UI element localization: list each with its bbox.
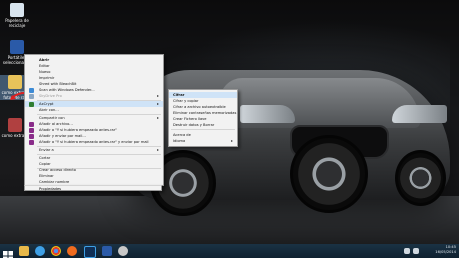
ie-icon[interactable] <box>35 246 45 256</box>
desktop-icon-recycle-bin[interactable]: Papelera de reciclaje <box>2 3 32 28</box>
app-icon[interactable] <box>118 246 128 256</box>
clock-date: 16/05/2014 <box>435 250 456 254</box>
word-icon[interactable] <box>102 246 112 256</box>
word-document-icon <box>10 40 24 54</box>
recycle-bin-icon <box>10 3 24 17</box>
wallpaper-wheel-front-right <box>395 150 446 206</box>
axcrypt-icon <box>29 101 34 107</box>
menu-item-send-to[interactable]: Enviar a ▸ <box>25 147 163 153</box>
menu-item-open-with[interactable]: Abrir con... <box>25 107 163 113</box>
submenu-arrow-icon: ▸ <box>156 147 159 152</box>
axcrypt-submenu: Cifrar Cifrar y copiar Cifrar a archivo … <box>168 89 238 147</box>
winrar-icon <box>29 133 34 139</box>
winrar-icon <box>29 121 34 127</box>
photoshop-icon[interactable] <box>84 246 96 258</box>
menu-item-properties[interactable]: Propiedades <box>24 185 162 191</box>
start-icon <box>3 251 13 261</box>
submenu-arrow-icon: ▸ <box>230 138 233 143</box>
folder-icon <box>8 75 22 89</box>
winrar-icon <box>29 139 34 145</box>
taskbar: 10:45 16/05/2014 <box>0 244 459 261</box>
defender-icon <box>29 87 34 93</box>
wallpaper-wheel-front <box>290 135 368 213</box>
menu-item-add-to-rar-and-email[interactable]: Añadir a "Y si hubiera empezado antes.ra… <box>25 139 163 145</box>
context-menu: Abrir Editar Nuevo Imprimir Shred with B… <box>24 54 164 186</box>
skydrive-icon <box>29 93 34 99</box>
tray-clock[interactable]: 10:45 16/05/2014 <box>426 245 456 255</box>
file-explorer-icon[interactable] <box>19 246 29 256</box>
submenu-item-language[interactable]: Idioma ▸ <box>169 138 237 144</box>
menu-item-skydrive-pro[interactable]: SkyDrive Pro ▸ <box>25 93 163 99</box>
submenu-item-shred-delete[interactable]: Destruir datos y Borrar <box>169 122 237 128</box>
network-icon[interactable] <box>404 248 410 254</box>
firefox-icon[interactable] <box>67 246 77 256</box>
winrar-icon <box>29 127 34 133</box>
shortcut-icon <box>8 118 22 132</box>
wallpaper-headlight-right <box>392 105 447 123</box>
start-button[interactable] <box>3 246 13 261</box>
chrome-icon[interactable] <box>51 246 61 256</box>
submenu-arrow-icon: ▸ <box>156 93 159 98</box>
desktop-icon-label: reciclaje <box>8 23 26 28</box>
volume-icon[interactable] <box>413 248 419 254</box>
wallpaper-headlight-left <box>240 105 295 123</box>
menu-separator <box>171 129 235 130</box>
wallpaper-road <box>0 196 459 244</box>
